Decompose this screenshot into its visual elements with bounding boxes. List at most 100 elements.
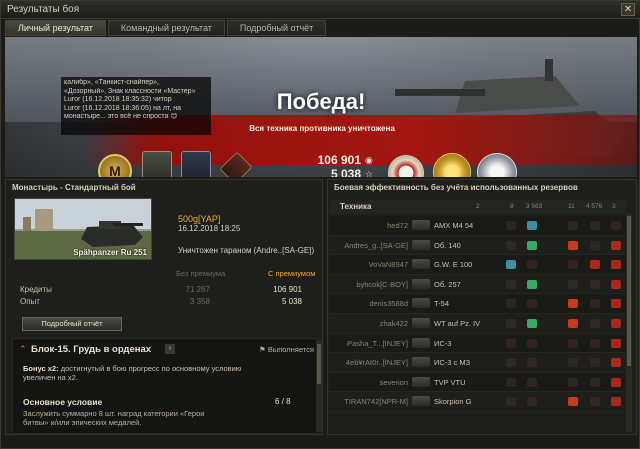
crit-icon — [590, 358, 600, 368]
crit-icon — [590, 299, 600, 309]
assist-icon — [527, 397, 537, 407]
experience-earned: 5 038 — [330, 167, 361, 177]
tab-bar: Личный результат Командный результат Под… — [5, 20, 328, 36]
experience-premium: 5 038 — [281, 297, 302, 306]
sniper-award-icon[interactable] — [142, 151, 172, 177]
quest-scrollbar[interactable] — [316, 340, 322, 432]
tank-icon — [412, 220, 430, 230]
chat-line: Luror (16.12.2018 18:35:32) читор — [64, 96, 172, 103]
spotted-icon — [506, 279, 516, 289]
vehicle-row[interactable]: hed72 AMX M4 54 — [330, 216, 626, 236]
experience-label: Опыт — [20, 297, 40, 306]
window-title: Результаты боя — [7, 4, 80, 15]
assist-icon — [527, 279, 537, 289]
close-button[interactable]: ✕ — [621, 3, 635, 16]
collapse-chevron-icon[interactable]: ⌃ — [19, 344, 27, 355]
spotted-icon — [506, 318, 516, 328]
spotted-icon — [506, 299, 516, 309]
coins-icon: ◉ — [365, 155, 373, 165]
column-no-premium: Без премиума — [176, 269, 226, 278]
tank-icon — [412, 376, 430, 387]
damage-icon — [568, 397, 578, 407]
tab-personal-result[interactable]: Личный результат — [5, 20, 106, 36]
vehicle-row[interactable]: 4eb¥rAt0r..[INJEY] ИС-3 с МЗ — [330, 353, 626, 373]
header-col: 3 — [612, 203, 616, 210]
quest-title[interactable]: Блок-15. Грудь в орденах — [31, 344, 151, 355]
kill-icon — [611, 240, 621, 250]
vehicle-list: hed72 AMX M4 54 Andres_g..[SA-GE] Об. 14… — [330, 216, 626, 412]
chat-line: монастыре... это всё не спроста 😊 — [64, 113, 178, 120]
spotted-icon — [506, 377, 516, 387]
vehicle-row[interactable]: Andres_g..[SA-GE] Об. 140 — [330, 236, 626, 256]
crit-icon — [590, 240, 600, 250]
damage-icon — [568, 358, 578, 368]
experience-no-premium: 3 358 — [189, 297, 210, 306]
efficiency-title: Боевая эффективность без учёта использов… — [334, 183, 578, 192]
chat-line: Luror (16.12.2018 18:36:05) на лт, на — [64, 104, 181, 112]
victory-subtitle: Вся техника противника уничтожена — [249, 124, 395, 133]
assist-icon — [527, 260, 537, 270]
header-col: 8 — [510, 203, 514, 210]
tab-detailed-report[interactable]: Подробный отчёт — [226, 20, 327, 36]
spotted-icon — [506, 240, 516, 250]
assist-icon — [527, 358, 537, 368]
map-image: Spähpanzer Ru 251 — [14, 198, 152, 260]
kill-icon — [611, 299, 621, 309]
crit-icon — [590, 397, 600, 407]
spotted-icon — [506, 260, 516, 270]
vehicle-row[interactable]: zhak422 WT auf Pz. IV — [330, 314, 626, 334]
vehicle-row[interactable]: denis3588d T-54 — [330, 294, 626, 314]
kill-icon — [611, 318, 621, 328]
star-icon: ☆ — [365, 169, 374, 177]
quest-open-arrow-icon[interactable]: › — [165, 344, 175, 354]
spotter-award-icon[interactable] — [181, 151, 211, 177]
header-col: 2 — [476, 203, 480, 210]
quest-bonus: Бонус х2: достигнутый в бою прогресс по … — [23, 364, 242, 382]
damage-icon — [568, 318, 578, 328]
chat-line: «Дозорный», Знак классности «Мастер» — [64, 87, 196, 95]
damage-icon — [568, 279, 578, 289]
header-col: 3 563 — [526, 203, 543, 210]
credits-label: Кредиты — [20, 285, 52, 294]
kill-icon — [611, 358, 621, 368]
kill-icon — [611, 338, 621, 348]
spotted-icon — [506, 338, 516, 348]
crit-icon — [590, 338, 600, 348]
crit-icon — [590, 279, 600, 289]
battle-map-title: Монастырь - Стандартный бой — [12, 183, 136, 192]
titlebar: Результаты боя ✕ — [1, 1, 640, 19]
detailed-report-button[interactable]: Подробный отчёт — [22, 317, 122, 331]
header-col: 4 576 — [586, 203, 603, 210]
header-tech: Техника — [340, 202, 372, 211]
tank-icon — [412, 259, 430, 270]
crit-icon — [590, 318, 600, 328]
vehicle-row[interactable]: TIRAN742[NPR-M] Skorpion G — [330, 392, 626, 412]
tank-icon — [412, 337, 430, 348]
vehicle-fate: Уничтожен тараном (Andre..[SA-GE]) — [178, 246, 315, 255]
damage-icon — [568, 299, 578, 309]
chat-log: калибр», «Танкист-снайпер», «Дозорный», … — [61, 77, 211, 135]
vehicle-row[interactable]: VoVaN8947 G.W. E 100 — [330, 255, 626, 275]
spotted-icon — [506, 358, 516, 368]
quest-status: ⚑ Выполняется — [259, 345, 314, 354]
tank-icon — [412, 357, 430, 368]
player-name: 500g[YAP] — [178, 214, 221, 224]
assist-icon — [527, 318, 537, 328]
quest-card: ⌃ Блок-15. Грудь в орденах › ⚑ Выполняет… — [12, 338, 318, 434]
vehicle-row[interactable]: severion TVP VTU — [330, 372, 626, 393]
assist-icon — [527, 240, 537, 250]
tab-team-result[interactable]: Командный результат — [107, 20, 225, 36]
tank-icon — [412, 317, 430, 328]
crit-icon — [590, 377, 600, 387]
assist-icon — [527, 338, 537, 348]
damage-icon — [568, 221, 578, 230]
vehicle-row[interactable]: Pasha_T...[INJEY] ИС-3 — [330, 333, 626, 354]
vehicle-row[interactable]: byhcok[C-BOY] Об. 257 — [330, 275, 626, 295]
damage-icon — [568, 260, 578, 270]
vehicle-list-scrollbar[interactable] — [626, 214, 632, 432]
victory-banner: калибр», «Танкист-снайпер», «Дозорный», … — [5, 37, 637, 177]
tank-icon — [412, 239, 430, 250]
victory-title: Победа! — [276, 89, 366, 114]
damage-icon — [568, 240, 578, 250]
assist-icon — [527, 299, 537, 309]
